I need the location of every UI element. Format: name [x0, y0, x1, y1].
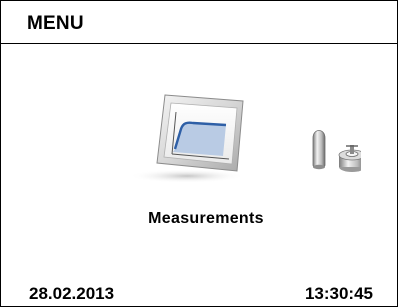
measurements-icon — [129, 94, 361, 183]
header-title: MENU — [27, 13, 84, 34]
status-time: 13:30:45 — [304, 284, 373, 303]
status-date: 28.02.2013 — [29, 284, 115, 303]
menu-item-measurements[interactable]: Measurements — [121, 83, 361, 243]
menu-item-label: Measurements — [148, 210, 264, 227]
device-screen: MENU Measurements 28.02.2013 13:30:45 — [0, 0, 398, 307]
menu-header: MENU — [1, 1, 397, 44]
